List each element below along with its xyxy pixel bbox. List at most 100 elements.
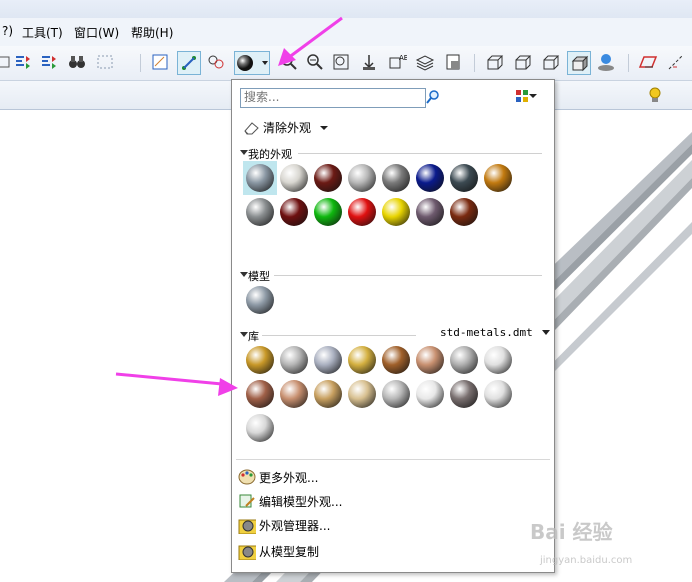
layers-icon[interactable] xyxy=(414,51,436,73)
appearance-swatch[interactable] xyxy=(314,198,342,226)
view-manager-icon[interactable]: AB xyxy=(386,51,408,73)
section-model-label: 模型 xyxy=(248,270,270,283)
library-file-name: std-metals.dmt xyxy=(440,326,533,339)
search-field[interactable] xyxy=(240,88,426,108)
appearance-swatch[interactable] xyxy=(314,346,342,374)
appearance-swatch[interactable] xyxy=(246,164,274,192)
regenerate-manager-icon[interactable] xyxy=(38,51,60,73)
appearance-manager-item[interactable]: 外观管理器... xyxy=(238,516,330,534)
appearance-swatch[interactable] xyxy=(382,164,410,192)
search-input[interactable] xyxy=(241,89,423,105)
copy-from-model-icon xyxy=(238,545,256,560)
hidden-line-icon[interactable] xyxy=(511,51,533,73)
edit-model-appearance-item[interactable]: 编辑模型外观... xyxy=(238,492,342,510)
appearance-swatch[interactable] xyxy=(416,164,444,192)
more-appearances-label: 更多外观... xyxy=(259,470,319,485)
datum-display-icon[interactable] xyxy=(177,51,201,75)
copy-from-model-label: 从模型复制 xyxy=(259,544,320,559)
edit-appearance-icon xyxy=(239,494,255,508)
regenerate-icon[interactable] xyxy=(12,51,34,73)
chevron-down-icon xyxy=(529,94,537,98)
appearance-swatch[interactable] xyxy=(484,164,512,192)
appearance-swatch[interactable] xyxy=(382,380,410,408)
appearance-gallery-popup: 清除外观 我的外观 模型 库 std-metals.dmt 更多外观... 编辑… xyxy=(231,79,555,573)
appearance-swatch[interactable] xyxy=(450,346,478,374)
caret-down-icon xyxy=(240,332,248,337)
shading-icon[interactable] xyxy=(567,51,591,75)
menu-item-help[interactable]: 帮助(H) xyxy=(131,24,173,41)
toolbar-separator xyxy=(140,54,141,72)
library-file-select[interactable]: std-metals.dmt xyxy=(440,326,551,339)
appearance-manager-icon xyxy=(238,519,256,534)
caret-down-icon xyxy=(240,150,248,155)
view-options-button[interactable] xyxy=(515,89,537,103)
appearance-swatch[interactable] xyxy=(416,198,444,226)
clear-appearance-label: 清除外观 xyxy=(263,121,312,135)
appearance-swatch[interactable] xyxy=(450,380,478,408)
menu-item-tools[interactable]: 工具(T) xyxy=(22,24,63,41)
appearance-swatch[interactable] xyxy=(348,380,376,408)
section-library-label: 库 xyxy=(248,330,259,343)
appearance-swatch[interactable] xyxy=(280,164,308,192)
appearance-swatch[interactable] xyxy=(280,198,308,226)
appearance-swatch[interactable] xyxy=(348,198,376,226)
eraser-icon xyxy=(244,121,259,134)
sketch-display-icon[interactable] xyxy=(149,51,171,73)
appearance-swatch[interactable] xyxy=(246,198,274,226)
coordinate-icon[interactable] xyxy=(205,51,227,73)
caret-down-icon xyxy=(240,272,248,277)
section-divider xyxy=(262,335,416,336)
appearance-swatch[interactable] xyxy=(348,346,376,374)
chevron-down-icon xyxy=(320,125,329,130)
search-icon[interactable] xyxy=(425,89,441,108)
annotation-arrow-top xyxy=(278,16,343,66)
appearance-swatch[interactable] xyxy=(382,346,410,374)
binoculars-icon[interactable] xyxy=(66,51,88,73)
appearance-swatch[interactable] xyxy=(450,164,478,192)
appearance-swatch[interactable] xyxy=(348,164,376,192)
clear-appearance-button[interactable]: 清除外观 xyxy=(242,119,329,136)
appearance-swatch[interactable] xyxy=(246,380,274,408)
appearance-swatch[interactable] xyxy=(382,198,410,226)
appearance-swatch[interactable] xyxy=(246,346,274,374)
plane-display-icon[interactable] xyxy=(637,51,659,73)
appearance-swatch[interactable] xyxy=(314,164,342,192)
appearance-swatch[interactable] xyxy=(484,380,512,408)
axis-display-icon[interactable] xyxy=(665,51,687,73)
appearance-swatch[interactable] xyxy=(246,286,274,314)
toolbar-separator xyxy=(474,54,475,72)
reorient-icon[interactable] xyxy=(358,51,380,73)
wireframe-icon[interactable] xyxy=(483,51,505,73)
appearance-swatch[interactable] xyxy=(484,346,512,374)
menu-item-prev[interactable]: ?) xyxy=(2,24,13,38)
section-divider xyxy=(298,153,542,154)
appearance-manager-label: 外观管理器... xyxy=(259,518,331,533)
appearance-swatch[interactable] xyxy=(416,346,444,374)
copy-from-model-item[interactable]: 从模型复制 xyxy=(238,542,319,560)
select-box-icon[interactable] xyxy=(94,51,116,73)
annotation-arrow-left xyxy=(115,372,238,396)
palette-icon xyxy=(238,469,256,485)
menu-divider xyxy=(236,459,550,460)
appearance-swatch[interactable] xyxy=(246,414,274,442)
watermark-url: jingyan.baidu.com xyxy=(540,555,633,566)
svg-text:AB: AB xyxy=(399,54,407,62)
more-appearances-item[interactable]: 更多外观... xyxy=(238,468,318,486)
watermark-logo: Bai 经验 xyxy=(530,520,613,544)
section-divider xyxy=(274,275,542,276)
saved-views-icon[interactable] xyxy=(442,51,464,73)
appearance-swatch[interactable] xyxy=(314,380,342,408)
grid-view-icon xyxy=(516,90,528,102)
edit-model-appearance-label: 编辑模型外观... xyxy=(259,494,343,509)
appearance-gallery-button[interactable] xyxy=(234,51,270,75)
chevron-down-icon xyxy=(541,329,550,335)
appearance-swatch[interactable] xyxy=(280,346,308,374)
appearance-swatch[interactable] xyxy=(450,198,478,226)
lightbulb-icon[interactable] xyxy=(644,84,666,106)
appearance-swatch[interactable] xyxy=(280,380,308,408)
no-hidden-icon[interactable] xyxy=(539,51,561,73)
menu-item-window[interactable]: 窗口(W) xyxy=(74,24,119,41)
toolbar-separator xyxy=(628,54,629,72)
scene-icon[interactable] xyxy=(595,51,617,73)
appearance-swatch[interactable] xyxy=(416,380,444,408)
